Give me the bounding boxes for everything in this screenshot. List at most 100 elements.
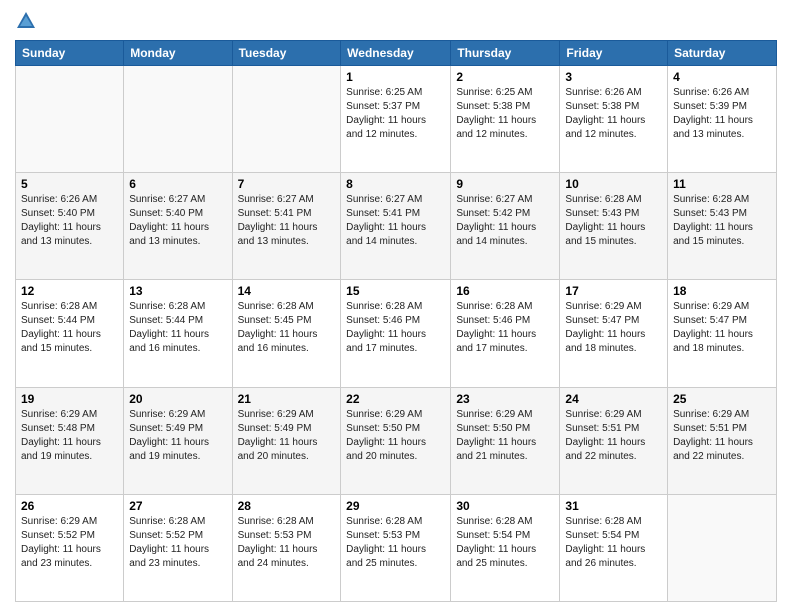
sunset-text: Sunset: 5:53 PM [346, 529, 445, 543]
day-cell [232, 66, 341, 173]
day-info: Sunrise: 6:29 AMSunset: 5:49 PMDaylight:… [129, 408, 226, 464]
day-cell: 24Sunrise: 6:29 AMSunset: 5:51 PMDayligh… [560, 387, 668, 494]
day-info: Sunrise: 6:26 AMSunset: 5:39 PMDaylight:… [673, 86, 771, 142]
day-info: Sunrise: 6:25 AMSunset: 5:38 PMDaylight:… [456, 86, 554, 142]
day-number: 11 [673, 177, 771, 191]
sunset-text: Sunset: 5:37 PM [346, 100, 445, 114]
day-number: 16 [456, 284, 554, 298]
daylight-text: Daylight: 11 hours and 14 minutes. [456, 221, 554, 249]
sunrise-text: Sunrise: 6:28 AM [129, 300, 226, 314]
day-cell: 31Sunrise: 6:28 AMSunset: 5:54 PMDayligh… [560, 494, 668, 601]
day-cell: 7Sunrise: 6:27 AMSunset: 5:41 PMDaylight… [232, 173, 341, 280]
daylight-text: Daylight: 11 hours and 12 minutes. [565, 114, 662, 142]
sunset-text: Sunset: 5:44 PM [129, 314, 226, 328]
day-info: Sunrise: 6:29 AMSunset: 5:52 PMDaylight:… [21, 515, 118, 571]
sunrise-text: Sunrise: 6:28 AM [238, 300, 336, 314]
sunset-text: Sunset: 5:38 PM [456, 100, 554, 114]
sunset-text: Sunset: 5:53 PM [238, 529, 336, 543]
day-number: 28 [238, 499, 336, 513]
day-info: Sunrise: 6:29 AMSunset: 5:47 PMDaylight:… [565, 300, 662, 356]
day-number: 26 [21, 499, 118, 513]
day-number: 29 [346, 499, 445, 513]
day-number: 7 [238, 177, 336, 191]
calendar: SundayMondayTuesdayWednesdayThursdayFrid… [15, 40, 777, 602]
sunrise-text: Sunrise: 6:28 AM [456, 300, 554, 314]
day-number: 27 [129, 499, 226, 513]
daylight-text: Daylight: 11 hours and 17 minutes. [346, 328, 445, 356]
daylight-text: Daylight: 11 hours and 21 minutes. [456, 436, 554, 464]
day-number: 20 [129, 392, 226, 406]
weekday-header-friday: Friday [560, 41, 668, 66]
day-info: Sunrise: 6:26 AMSunset: 5:40 PMDaylight:… [21, 193, 118, 249]
sunset-text: Sunset: 5:45 PM [238, 314, 336, 328]
day-info: Sunrise: 6:29 AMSunset: 5:51 PMDaylight:… [673, 408, 771, 464]
day-cell: 17Sunrise: 6:29 AMSunset: 5:47 PMDayligh… [560, 280, 668, 387]
day-cell: 3Sunrise: 6:26 AMSunset: 5:38 PMDaylight… [560, 66, 668, 173]
day-cell: 14Sunrise: 6:28 AMSunset: 5:45 PMDayligh… [232, 280, 341, 387]
sunrise-text: Sunrise: 6:26 AM [673, 86, 771, 100]
daylight-text: Daylight: 11 hours and 19 minutes. [129, 436, 226, 464]
sunrise-text: Sunrise: 6:29 AM [346, 408, 445, 422]
day-number: 15 [346, 284, 445, 298]
sunset-text: Sunset: 5:52 PM [21, 529, 118, 543]
weekday-header-monday: Monday [124, 41, 232, 66]
sunrise-text: Sunrise: 6:28 AM [238, 515, 336, 529]
daylight-text: Daylight: 11 hours and 24 minutes. [238, 543, 336, 571]
sunrise-text: Sunrise: 6:28 AM [21, 300, 118, 314]
day-info: Sunrise: 6:28 AMSunset: 5:54 PMDaylight:… [565, 515, 662, 571]
daylight-text: Daylight: 11 hours and 26 minutes. [565, 543, 662, 571]
sunset-text: Sunset: 5:43 PM [673, 207, 771, 221]
sunrise-text: Sunrise: 6:28 AM [565, 193, 662, 207]
sunset-text: Sunset: 5:51 PM [673, 422, 771, 436]
day-cell: 28 Sunrise: 6:28 AMSunset: 5:53 PMDayligh… [232, 494, 341, 601]
sunrise-text: Sunrise: 6:29 AM [565, 300, 662, 314]
sunset-text: Sunset: 5:38 PM [565, 100, 662, 114]
day-cell: 22Sunrise: 6:29 AMSunset: 5:50 PMDayligh… [341, 387, 451, 494]
day-info: Sunrise: 6:29 AMSunset: 5:50 PMDaylight:… [456, 408, 554, 464]
day-cell: 9Sunrise: 6:27 AMSunset: 5:42 PMDaylight… [451, 173, 560, 280]
logo-icon [15, 10, 37, 32]
day-number: 5 [21, 177, 118, 191]
day-number: 30 [456, 499, 554, 513]
sunrise-text: Sunrise: 6:29 AM [21, 408, 118, 422]
daylight-text: Daylight: 11 hours and 16 minutes. [129, 328, 226, 356]
sunrise-text: Sunrise: 6:28 AM [565, 515, 662, 529]
day-cell: 6Sunrise: 6:27 AMSunset: 5:40 PMDaylight… [124, 173, 232, 280]
day-cell: 23 Sunrise: 6:29 AMSunset: 5:50 PMDayligh… [451, 387, 560, 494]
sunset-text: Sunset: 5:52 PM [129, 529, 226, 543]
sunrise-text: Sunrise: 6:29 AM [21, 515, 118, 529]
day-number: 10 [565, 177, 662, 191]
daylight-text: Daylight: 11 hours and 15 minutes. [673, 221, 771, 249]
day-number: 23 [456, 392, 554, 406]
day-cell: 29Sunrise: 6:28 AMSunset: 5:53 PMDayligh… [341, 494, 451, 601]
day-info: Sunrise: 6:25 AMSunset: 5:37 PMDaylight:… [346, 86, 445, 142]
logo [15, 10, 41, 32]
sunset-text: Sunset: 5:54 PM [456, 529, 554, 543]
day-info: Sunrise: 6:28 AMSunset: 5:43 PMDaylight:… [673, 193, 771, 249]
sunset-text: Sunset: 5:41 PM [238, 207, 336, 221]
daylight-text: Daylight: 11 hours and 19 minutes. [21, 436, 118, 464]
sunset-text: Sunset: 5:49 PM [129, 422, 226, 436]
day-cell: 8Sunrise: 6:27 AMSunset: 5:41 PMDaylight… [341, 173, 451, 280]
header [15, 10, 777, 32]
sunset-text: Sunset: 5:46 PM [346, 314, 445, 328]
daylight-text: Daylight: 11 hours and 23 minutes. [21, 543, 118, 571]
week-row-0: 1Sunrise: 6:25 AMSunset: 5:37 PMDaylight… [16, 66, 777, 173]
day-number: 9 [456, 177, 554, 191]
daylight-text: Daylight: 11 hours and 22 minutes. [673, 436, 771, 464]
sunrise-text: Sunrise: 6:29 AM [673, 300, 771, 314]
daylight-text: Daylight: 11 hours and 13 minutes. [673, 114, 771, 142]
week-row-3: 19Sunrise: 6:29 AMSunset: 5:48 PMDayligh… [16, 387, 777, 494]
sunrise-text: Sunrise: 6:29 AM [456, 408, 554, 422]
day-cell: 4Sunrise: 6:26 AMSunset: 5:39 PMDaylight… [668, 66, 777, 173]
page: SundayMondayTuesdayWednesdayThursdayFrid… [0, 0, 792, 612]
day-number: 25 [673, 392, 771, 406]
weekday-header-sunday: Sunday [16, 41, 124, 66]
daylight-text: Daylight: 11 hours and 20 minutes. [346, 436, 445, 464]
sunrise-text: Sunrise: 6:29 AM [565, 408, 662, 422]
weekday-header-row: SundayMondayTuesdayWednesdayThursdayFrid… [16, 41, 777, 66]
sunset-text: Sunset: 5:50 PM [346, 422, 445, 436]
sunrise-text: Sunrise: 6:27 AM [346, 193, 445, 207]
sunset-text: Sunset: 5:47 PM [565, 314, 662, 328]
day-cell: 27Sunrise: 6:28 AMSunset: 5:52 PMDayligh… [124, 494, 232, 601]
